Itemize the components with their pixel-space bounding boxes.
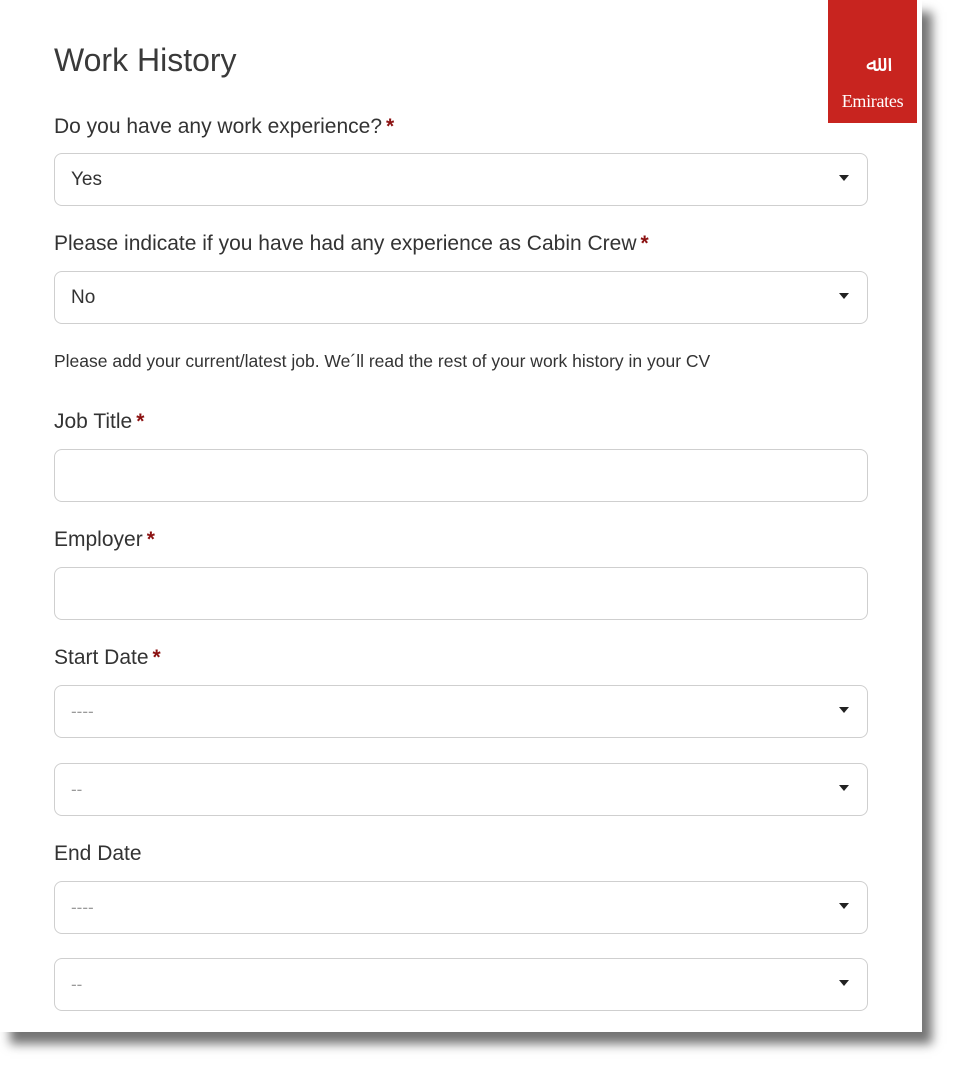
work-history-card: ﷲ Emirates Work History Do you have any … <box>0 0 922 1032</box>
caret-down-icon <box>839 903 849 909</box>
end-date-month-select[interactable]: -- <box>54 958 868 1011</box>
emirates-logo: ﷲ Emirates <box>828 0 917 123</box>
required-asterisk: * <box>386 115 395 138</box>
end-date-label: End Date <box>54 842 142 865</box>
work-experience-select[interactable]: Yes <box>54 153 868 206</box>
start-date-year-value: ---- <box>71 702 94 721</box>
caret-down-icon <box>839 785 849 791</box>
employer-label: Employer * <box>54 528 155 551</box>
section-title: Work History <box>54 42 237 78</box>
emirates-calligraphy-icon: ﷲ <box>866 52 879 77</box>
caret-down-icon <box>839 980 849 986</box>
caret-down-icon <box>839 293 849 299</box>
end-date-year-select[interactable]: ---- <box>54 881 868 934</box>
job-title-input[interactable] <box>54 449 868 502</box>
required-asterisk: * <box>146 528 155 551</box>
end-date-month-value: -- <box>71 975 83 994</box>
work-experience-label: Do you have any work experience? * <box>54 115 395 138</box>
required-asterisk: * <box>136 410 145 433</box>
emirates-wordmark: Emirates <box>841 91 904 111</box>
cabin-crew-select[interactable]: No <box>54 271 868 324</box>
work-history-note: Please add your current/latest job. We´l… <box>54 351 711 371</box>
job-title-label: Job Title * <box>54 410 145 433</box>
start-date-month-value: -- <box>71 780 83 799</box>
start-date-month-select[interactable]: -- <box>54 763 868 816</box>
caret-down-icon <box>839 175 849 181</box>
work-experience-value: Yes <box>71 169 102 190</box>
caret-down-icon <box>839 707 849 713</box>
employer-input[interactable] <box>54 567 868 620</box>
start-date-year-select[interactable]: ---- <box>54 685 868 738</box>
required-asterisk: * <box>152 646 161 669</box>
required-asterisk: * <box>640 232 649 255</box>
cabin-crew-value: No <box>71 287 96 308</box>
cabin-crew-label: Please indicate if you have had any expe… <box>54 232 649 255</box>
start-date-label: Start Date * <box>54 646 161 669</box>
end-date-year-value: ---- <box>71 898 94 917</box>
